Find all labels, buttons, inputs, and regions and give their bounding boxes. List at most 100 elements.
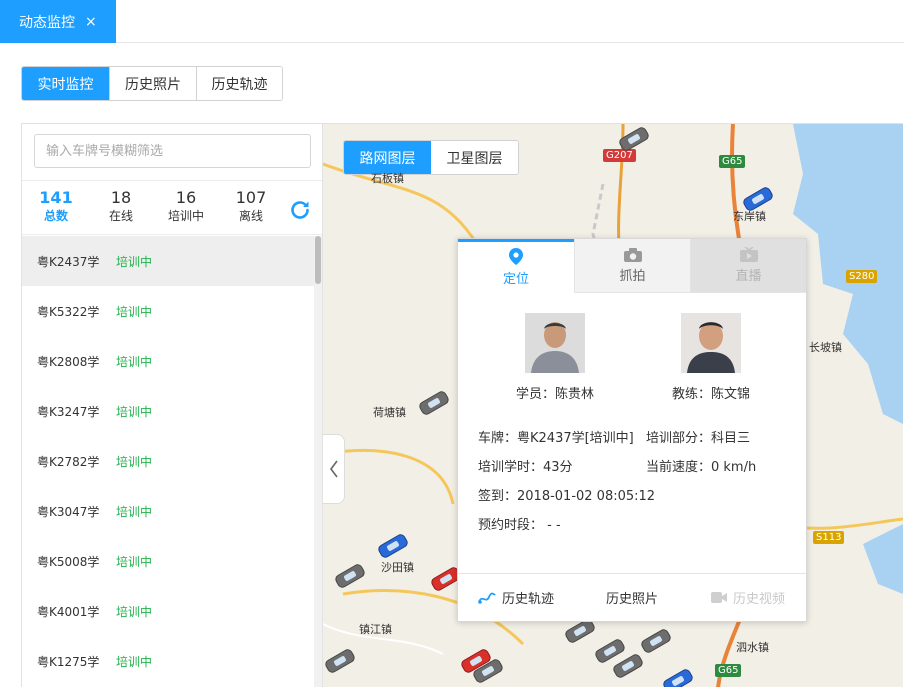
booking-period-info: 预约时段： - - <box>478 518 561 533</box>
map-town-label: 泗水镇 <box>736 641 769 654</box>
track-icon <box>478 592 496 604</box>
vehicle-list: 粤K2437学 培训中 粤K5322学 培训中 粤K2808学 培训中 粤K3247学… <box>22 236 322 687</box>
video-camera-icon <box>710 592 727 603</box>
vehicle-panel: 141 总数 18 在线 16 培训中 107 离线 粤K2437学培训中 粤K… <box>21 123 323 687</box>
collapse-panel-button[interactable] <box>323 434 345 504</box>
plate-info: 车牌：粤K2437学[培训中] <box>478 431 634 446</box>
vehicle-status: 培训中 <box>116 504 153 519</box>
location-pin-icon <box>509 248 523 265</box>
coach-name: 教练：陈文锦 <box>671 387 750 402</box>
tab-snapshot[interactable]: 抓拍 <box>574 239 690 293</box>
history-photos-button[interactable]: 历史照片 <box>109 67 196 100</box>
tab-dynamic-monitoring[interactable]: 动态监控 × <box>0 0 116 43</box>
vehicle-stats: 141 总数 18 在线 16 培训中 107 离线 <box>22 180 322 235</box>
list-scrollbar[interactable] <box>314 236 322 687</box>
popup-footer: 历史轨迹 历史照片 历史视频 <box>458 573 806 621</box>
list-item[interactable]: 粤K3247学 培训中 <box>22 386 322 436</box>
tab-label: 直播 <box>735 269 762 284</box>
stat-value: 16 <box>175 188 197 207</box>
vehicle-plate: 粤K3047学 <box>37 504 100 519</box>
history-track-button[interactable]: 历史轨迹 <box>196 67 282 100</box>
stat-label: 在线 <box>108 209 133 223</box>
list-item[interactable]: 粤K3047学 培训中 <box>22 486 322 536</box>
live-video-icon <box>739 247 758 262</box>
list-item[interactable]: 粤K5322学 培训中 <box>22 286 322 336</box>
chevron-left-icon <box>329 460 338 478</box>
stat-offline[interactable]: 107 离线 <box>220 188 282 224</box>
mode-button-group: 实时监控 历史照片 历史轨迹 <box>21 66 283 101</box>
stat-label: 总数 <box>43 209 68 223</box>
map-town-label: 石板镇 <box>371 172 404 185</box>
student-photo <box>525 313 585 373</box>
stat-value: 107 <box>235 188 267 207</box>
stat-value: 18 <box>110 188 132 207</box>
vehicle-plate: 粤K3247学 <box>37 404 100 419</box>
tab-label: 抓拍 <box>619 268 646 284</box>
close-icon[interactable]: × <box>85 14 97 30</box>
coach-photo <box>681 313 741 373</box>
stat-value: 141 <box>39 188 73 207</box>
training-section-info: 培训部分：科目三 <box>646 431 751 446</box>
tab-location[interactable]: 定位 <box>458 239 574 293</box>
list-item[interactable]: 粤K1275学 培训中 <box>22 636 322 686</box>
stat-label: 离线 <box>238 209 263 223</box>
history-track-link[interactable]: 历史轨迹 <box>458 588 574 607</box>
list-item[interactable]: 粤K2808学 培训中 <box>22 336 322 386</box>
student-card: 学员：陈贵林 <box>490 313 620 402</box>
realtime-monitor-button[interactable]: 实时监控 <box>22 67 109 100</box>
satellite-layer-button[interactable]: 卫星图层 <box>431 141 518 174</box>
map-town-label: 荷塘镇 <box>373 406 406 419</box>
vehicle-plate: 粤K5322学 <box>37 304 100 319</box>
tab-live[interactable]: 直播 <box>690 239 806 293</box>
link-label: 历史照片 <box>605 592 658 607</box>
road-shield: G65 <box>719 155 746 168</box>
vehicle-status: 培训中 <box>116 454 153 469</box>
vehicle-plate: 粤K5008学 <box>37 554 100 569</box>
vehicle-plate: 粤K2437学 <box>37 254 100 269</box>
road-shield: G65 <box>715 664 742 677</box>
plate-search-input[interactable] <box>34 134 311 168</box>
history-video-link[interactable]: 历史视频 <box>690 588 806 607</box>
vehicle-plate: 粤K1275学 <box>37 654 100 669</box>
list-item[interactable]: 粤K4001学 培训中 <box>22 586 322 636</box>
vehicle-plate: 粤K2808学 <box>37 354 100 369</box>
top-tab-bar: 动态监控 × <box>0 0 904 43</box>
tab-label: 动态监控 <box>19 14 75 31</box>
vehicle-status: 培训中 <box>116 354 153 369</box>
list-item[interactable]: 粤K2782学 培训中 <box>22 436 322 486</box>
map-town-label: 镇江镇 <box>359 623 392 636</box>
refresh-icon[interactable] <box>288 198 312 222</box>
vehicle-status: 培训中 <box>116 554 153 569</box>
current-speed-info: 当前速度：0 km/h <box>646 460 757 475</box>
link-label: 历史轨迹 <box>501 592 554 607</box>
vehicle-plate: 粤K2782学 <box>37 454 100 469</box>
road-shield: G207 <box>603 149 636 162</box>
tab-label: 定位 <box>502 272 529 287</box>
vehicle-status: 培训中 <box>116 604 153 619</box>
vehicle-status: 培训中 <box>116 404 153 419</box>
link-label: 历史视频 <box>732 592 785 607</box>
popup-tabs: 定位 抓拍 直播 <box>458 239 806 293</box>
map-view[interactable]: 路网图层 卫星图层 石板镇 东岸镇 长坡镇 荷塘镇 沙田镇 镇江镇 泗水镇 G2… <box>323 123 903 687</box>
vehicle-plate: 粤K4001学 <box>37 604 100 619</box>
stat-total[interactable]: 141 总数 <box>25 188 87 224</box>
list-item[interactable]: 粤K2437学 培训中 <box>22 236 322 286</box>
list-item[interactable]: 粤K5008学 培训中 <box>22 536 322 586</box>
vehicle-status: 培训中 <box>116 254 153 269</box>
checkin-info: 签到：2018-01-02 08:05:12 <box>478 489 656 504</box>
history-photos-link[interactable]: 历史照片 <box>574 588 690 607</box>
scrollbar-thumb[interactable] <box>315 236 321 284</box>
stat-training[interactable]: 16 培训中 <box>155 188 217 224</box>
road-shield: S280 <box>846 270 878 283</box>
vehicle-info-popup: 定位 抓拍 直播 学员：陈贵林 教练：陈文锦 车牌：粤K2437学[培训中] 培… <box>457 238 807 622</box>
camera-icon <box>623 247 642 262</box>
training-hours-info: 培训学时：43分 <box>478 460 573 475</box>
stat-online[interactable]: 18 在线 <box>90 188 152 224</box>
vehicle-status: 培训中 <box>116 304 153 319</box>
vehicle-status: 培训中 <box>116 654 153 669</box>
road-shield: S113 <box>813 531 845 544</box>
map-town-label: 长坡镇 <box>809 341 842 354</box>
map-town-label: 沙田镇 <box>381 561 414 574</box>
coach-card: 教练：陈文锦 <box>646 313 776 402</box>
student-name: 学员：陈贵林 <box>515 387 594 402</box>
